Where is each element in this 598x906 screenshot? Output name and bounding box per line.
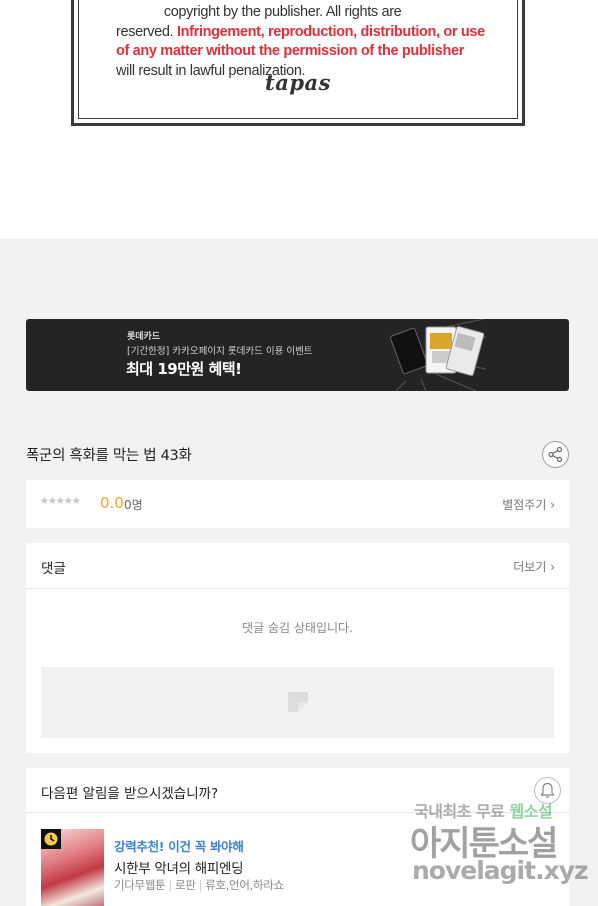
copyright-line1: copyright by the publisher. All rights a…	[116, 4, 402, 20]
share-icon	[548, 446, 563, 463]
banner-subtitle: [기간한정] 카카오페이지 롯데카드 이용 이벤트	[127, 346, 313, 357]
recommended-work-meta: 기다무웹툰 | 로판 | 류호,언어,하라쇼	[114, 878, 284, 892]
comment-placeholder-icon	[288, 692, 308, 712]
work-category: 기다무웹툰	[114, 878, 166, 892]
work-authors: 류호,언어,하라쇼	[205, 878, 284, 892]
rating-stars-icon: ★★★★★	[40, 496, 81, 507]
notify-bell-button[interactable]	[534, 777, 561, 804]
rating-count: 0명	[124, 498, 143, 512]
comments-more-link[interactable]: 더보기 ›	[513, 558, 555, 575]
copyright-panel: copyright by the publisher. All rights a…	[0, 0, 598, 239]
next-episode-notify: 다음편 알림을 받으시겠습니까? 강력추천! 이건 꼭 봐야해 시한부 악녀의 …	[26, 768, 569, 906]
recommended-work-title[interactable]: 시한부 악녀의 해피엔딩	[114, 857, 243, 877]
comments-header: 댓글 더보기 ›	[26, 543, 569, 589]
rating-bar: ★★★★★ 0.0 0명 별점주기 ›	[26, 480, 569, 528]
share-button[interactable]	[542, 441, 569, 468]
comments-hidden-message: 댓글 숨김 상태입니다.	[242, 621, 353, 635]
notify-header: 다음편 알림을 받으시겠습니까?	[26, 768, 569, 813]
rating-score: 0.0	[100, 494, 124, 512]
recommend-label: 강력추천! 이건 꼭 봐야해	[114, 839, 244, 854]
comments-title: 댓글	[41, 561, 66, 577]
banner-brand: 롯데카드	[127, 332, 161, 342]
copyright-frame: copyright by the publisher. All rights a…	[71, 0, 525, 126]
episode-title: 폭군의 흑화를 막는 법 43화	[26, 448, 192, 464]
rate-button[interactable]: 별점주기 ›	[502, 496, 555, 513]
tapas-logo: tapas	[265, 70, 331, 95]
work-genre: 로판	[174, 878, 196, 892]
comment-input-box[interactable]	[41, 667, 554, 738]
ad-banner[interactable]: 롯데카드 [기간한정] 카카오페이지 롯데카드 이용 이벤트 최대 19만원 혜…	[26, 319, 569, 391]
copyright-reserved: reserved.	[116, 23, 177, 40]
recommended-work-thumbnail[interactable]	[41, 829, 104, 906]
comments-section: 댓글 더보기 › 댓글 숨김 상태입니다.	[26, 543, 569, 753]
bell-icon	[540, 782, 555, 798]
notify-title: 다음편 알림을 받으시겠습니까?	[41, 786, 219, 802]
clock-icon	[44, 832, 58, 846]
banner-title: 최대 19만원 혜택!	[126, 360, 242, 378]
wait-free-badge	[41, 829, 61, 849]
credit-cards-illustration	[390, 319, 486, 391]
